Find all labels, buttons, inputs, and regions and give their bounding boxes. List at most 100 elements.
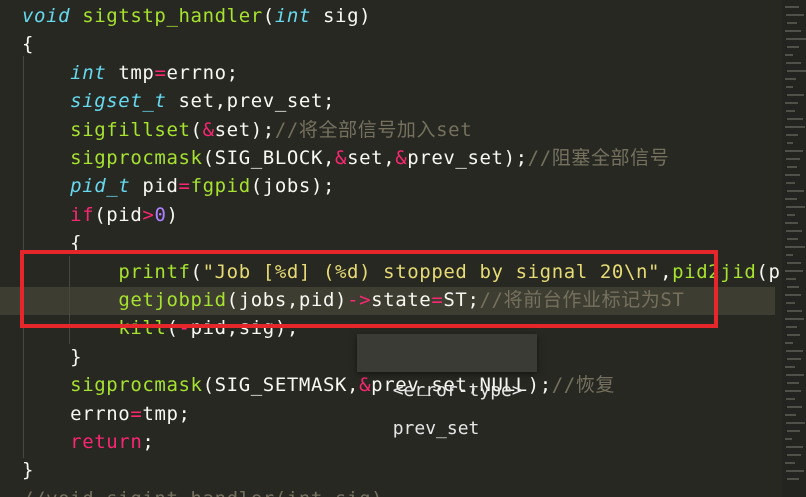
code-token: set,	[347, 147, 396, 169]
code-line[interactable]: return;	[22, 428, 154, 456]
minimap-line	[785, 414, 796, 416]
code-line[interactable]: //void sigint_handler(int sig)	[22, 485, 383, 497]
tooltip-text: prev_set	[392, 418, 480, 439]
error-type-tooltip: <error-type> prev_set	[357, 334, 537, 439]
code-token: errno;	[166, 61, 239, 84]
minimap-line	[787, 406, 802, 408]
minimap-line	[786, 206, 805, 208]
code-token: fgpid	[190, 175, 251, 198]
code-token: =	[178, 175, 191, 198]
code-line[interactable]: int tmp=errno;	[22, 59, 239, 87]
minimap-line	[787, 238, 798, 240]
code-token: 0	[154, 203, 167, 226]
minimap-line	[787, 310, 802, 312]
code-token: set);	[214, 118, 275, 141]
minimap-line	[785, 246, 805, 248]
minimap-line	[787, 214, 795, 216]
minimap-line	[787, 334, 800, 336]
minimap-line	[786, 230, 802, 232]
minimap-line	[785, 366, 795, 368]
code-token: {	[22, 33, 35, 56]
code-token: )	[359, 5, 372, 27]
code-token: errno	[70, 402, 131, 425]
minimap-line	[787, 118, 803, 120]
code-token: )	[166, 203, 179, 226]
code-line[interactable]: errno=tmp;	[22, 400, 191, 428]
minimap-line	[785, 462, 795, 464]
code-line[interactable]: }	[22, 456, 34, 484]
minimap-line	[786, 374, 804, 376]
code-token: (SIG_SETMASK,	[202, 374, 360, 397]
minimap[interactable]	[782, 0, 806, 497]
minimap-line	[787, 358, 801, 360]
minimap-line	[785, 270, 803, 272]
code-line[interactable]: sigfillset(&set);//将全部信号加入set	[22, 116, 472, 144]
minimap-line	[786, 398, 795, 400]
code-token: >	[142, 203, 155, 226]
minimap-line	[787, 430, 800, 432]
code-line[interactable]: sigprocmask(SIG_SETMASK,&prev_set,NULL);…	[22, 371, 615, 399]
code-token: prev_set);	[407, 147, 528, 169]
minimap-line	[787, 190, 804, 192]
code-token: int	[70, 61, 119, 84]
minimap-line	[787, 22, 797, 24]
minimap-line	[786, 470, 804, 472]
minimap-line	[786, 254, 793, 256]
minimap-line	[785, 222, 798, 224]
code-token: void	[22, 5, 83, 27]
minimap-line	[785, 390, 801, 392]
code-token: =	[130, 402, 143, 425]
minimap-line	[786, 422, 805, 424]
code-token: (pid	[94, 203, 143, 226]
minimap-line	[785, 294, 801, 296]
code-line[interactable]: }	[22, 343, 82, 371]
minimap-line	[787, 94, 804, 96]
minimap-line	[785, 150, 803, 152]
code-line[interactable]: if(pid>0)	[22, 201, 179, 229]
minimap-line	[787, 166, 797, 168]
code-token: &	[395, 147, 408, 169]
minimap-line	[787, 46, 799, 48]
minimap-line	[786, 62, 801, 64]
code-line[interactable]: void sigtstp_handler(int sig)	[22, 2, 371, 30]
code-token: //将全部信号加入set	[274, 118, 473, 141]
minimap-line	[785, 54, 793, 56]
code-token: ;	[142, 431, 155, 453]
code-token: }	[22, 459, 35, 482]
minimap-line	[785, 438, 792, 440]
code-token: tmp;	[142, 402, 191, 425]
code-token: &	[202, 118, 215, 141]
code-token: //void sigint_handler(int sig)	[22, 488, 383, 497]
minimap-line	[785, 30, 801, 32]
code-token: pid_t	[70, 175, 143, 198]
code-line[interactable]: pid_t pid=fgpid(jobs);	[22, 172, 335, 200]
code-line[interactable]: sigset_t set,prev_set;	[22, 87, 335, 115]
code-token: sigset_t	[70, 90, 179, 113]
code-token: (pid	[756, 260, 782, 283]
minimap-line	[787, 454, 801, 456]
code-token: //阻塞全部信号	[527, 147, 670, 169]
code-token: set,prev_set;	[178, 90, 336, 113]
code-token: sigfillset	[70, 118, 191, 141]
minimap-line	[786, 326, 797, 328]
minimap-line	[786, 182, 795, 184]
minimap-line	[786, 14, 804, 16]
code-line[interactable]: sigprocmask(SIG_BLOCK,&set,&prev_set);//…	[22, 144, 669, 172]
code-line[interactable]: {	[22, 30, 34, 58]
code-token: tmp	[118, 61, 155, 84]
code-token: pid	[142, 175, 179, 198]
code-token: =	[154, 61, 167, 84]
minimap-line	[786, 278, 796, 280]
code-token: (	[190, 118, 203, 141]
code-token: sig	[323, 5, 360, 27]
minimap-line	[786, 158, 800, 160]
minimap-line	[785, 6, 799, 8]
code-token: }	[22, 345, 83, 368]
code-token: int	[274, 5, 323, 27]
minimap-line	[785, 198, 797, 200]
